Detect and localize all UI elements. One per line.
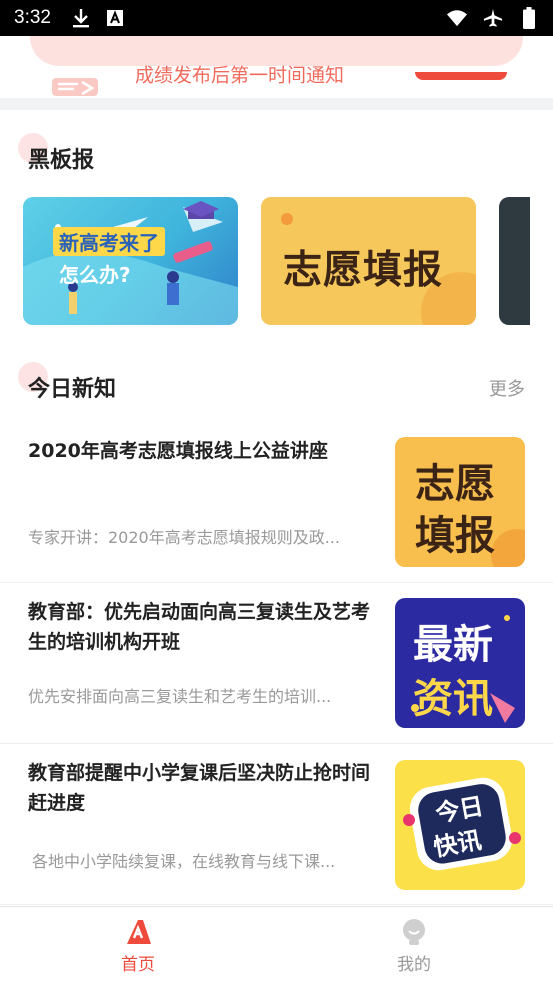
news-title: 教育部：优先启动面向高三复读生及艺考生的培训机构开班	[28, 601, 371, 653]
tab-home-label: 首页	[121, 954, 155, 975]
news-thumbnail: 志愿 填报	[395, 437, 525, 567]
download-icon	[71, 8, 91, 28]
status-right-icons	[447, 7, 539, 29]
airplane-icon	[483, 8, 503, 28]
battery-icon	[519, 7, 539, 29]
banner-decoration-icon	[52, 78, 98, 96]
text-a-icon	[105, 8, 125, 28]
blackboard-title: 黑板报	[28, 148, 95, 173]
blackboard-carousel[interactable]: 新高考来了 怎么办? 志愿填报	[23, 197, 530, 325]
news-item[interactable]: 教育部提醒中小学复课后坚决防止抢时间赶进度 各地中小学陆续复课，在线教育与线下课…	[0, 744, 553, 905]
card-line2: 怎么办?	[59, 263, 131, 287]
thumb-line2: 填报	[415, 513, 495, 559]
blackboard-header: 黑板报	[0, 133, 553, 178]
notification-banner-area: 成绩发布后第一时间通知	[0, 36, 553, 98]
blackboard-card-partial[interactable]	[499, 197, 530, 325]
today-news-header: 今日新知 更多	[0, 362, 553, 407]
tab-home[interactable]: 首页	[0, 907, 276, 985]
home-a-plus-icon	[127, 919, 151, 944]
thumb-line2: 资讯	[413, 676, 493, 722]
news-item[interactable]: 教育部：优先启动面向高三复读生及艺考生的培训机构开班 优先安排面向高三复读生和艺…	[0, 583, 553, 744]
status-left-icons	[71, 8, 125, 28]
today-news-title: 今日新知	[28, 377, 117, 402]
banner-action-button[interactable]	[415, 72, 507, 80]
tab-mine-label: 我的	[397, 954, 431, 975]
profile-icon	[403, 918, 425, 945]
tab-mine[interactable]: 我的	[276, 907, 552, 985]
news-desc: 优先安排面向高三复读生和艺考生的培训...	[28, 687, 332, 706]
wifi-icon	[447, 8, 467, 28]
banner-text: 成绩发布后第一时间通知	[135, 64, 345, 87]
bottom-tab-bar: 首页 我的	[0, 906, 553, 984]
section-divider	[0, 98, 553, 110]
news-thumbnail: 今日 快讯	[395, 760, 525, 890]
news-thumbnail: 最新 资讯	[395, 598, 525, 728]
blackboard-card-volunteer[interactable]: 志愿填报	[261, 197, 476, 325]
card-line1: 新高考来了	[53, 227, 165, 256]
more-link[interactable]: 更多	[489, 375, 525, 401]
news-desc: 各地中小学陆续复课，在线教育与线下课...	[32, 852, 336, 871]
news-item[interactable]: 2020年高考志愿填报线上公益讲座 专家开讲：2020年高考志愿填报规则及政..…	[0, 422, 553, 583]
news-desc: 专家开讲：2020年高考志愿填报规则及政...	[28, 528, 340, 547]
card-label: 志愿填报	[283, 248, 444, 293]
thumb-line1: 最新	[413, 622, 493, 668]
status-bar: 3:32	[0, 0, 553, 36]
status-time: 3:32	[14, 7, 51, 28]
news-title: 教育部提醒中小学复课后坚决防止抢时间赶进度	[28, 762, 371, 814]
news-title: 2020年高考志愿填报线上公益讲座	[28, 440, 328, 462]
thumb-line1: 志愿	[415, 461, 495, 507]
blackboard-card-new-gaokao[interactable]: 新高考来了 怎么办?	[23, 197, 238, 325]
